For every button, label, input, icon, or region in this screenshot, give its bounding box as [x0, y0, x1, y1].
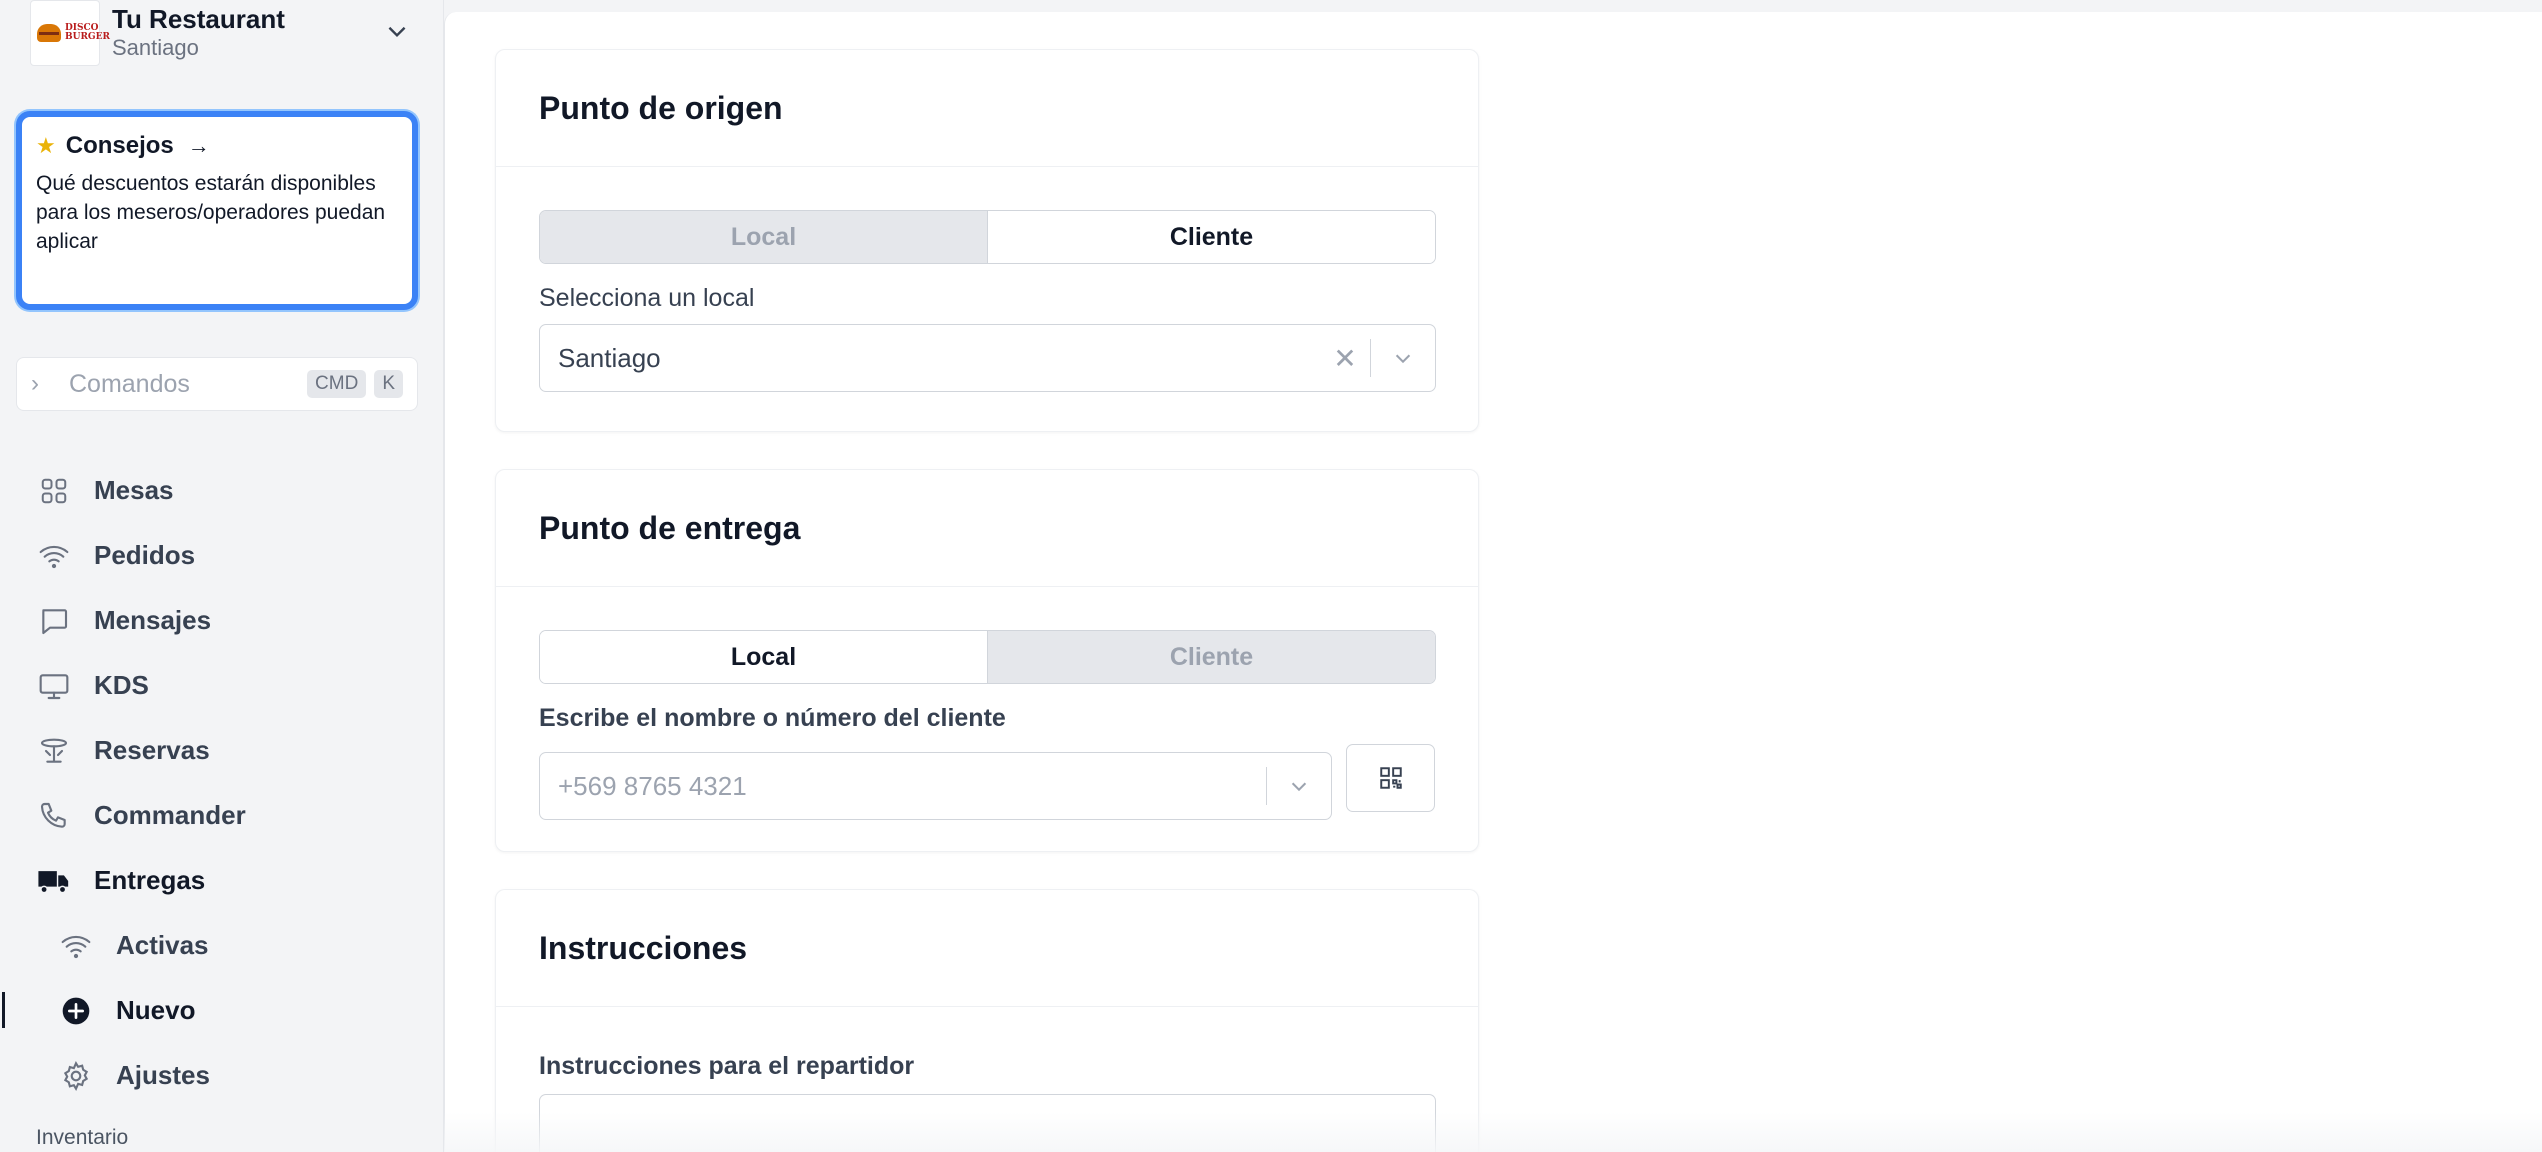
delivery-option-cliente[interactable]: Cliente [987, 631, 1435, 683]
clear-icon[interactable]: ✕ [1320, 342, 1370, 375]
nav-item-pedidos[interactable]: Pedidos [0, 523, 444, 588]
nav-item-kds[interactable]: KDS [0, 653, 444, 718]
nav-label-kds: KDS [94, 670, 149, 700]
section-label-inventario: Inventario [36, 1126, 129, 1149]
sidebar: DISCO BURGER Tu Restaurant Santiago ★ Co… [0, 0, 444, 1152]
truck-icon [36, 863, 72, 899]
star-icon: ★ [36, 133, 56, 158]
nav-item-nuevo[interactable]: Nuevo [0, 978, 444, 1043]
monitor-icon [36, 668, 72, 704]
logo-text: DISCO BURGER [65, 23, 110, 42]
nav-label-pedidos: Pedidos [94, 540, 196, 570]
current-indicator [2, 992, 5, 1028]
nav-item-activas[interactable]: Activas [0, 913, 444, 978]
nav-item-reservas[interactable]: Reservas [0, 718, 444, 783]
delivery-toggle: Local Cliente [539, 630, 1436, 684]
tips-title: Consejos [65, 132, 174, 159]
origin-option-cliente[interactable]: Cliente [987, 211, 1435, 263]
origin-card: Punto de origen Local Cliente Selecciona… [495, 49, 1479, 432]
arrow-right-icon: → [187, 133, 210, 158]
table-icon [36, 733, 72, 769]
chevron-down-icon[interactable] [1371, 347, 1435, 369]
restaurant-city: Santiago [112, 35, 199, 60]
nav-label-mesas: Mesas [94, 475, 174, 505]
nav-label-reservas: Reservas [94, 735, 210, 765]
shortcut-key-k: K [374, 370, 403, 398]
qr-code-icon [1379, 767, 1402, 789]
nav-label-activas: Activas [116, 930, 209, 960]
delivery-title: Punto de entrega [539, 509, 801, 546]
nav-label-ajustes: Ajustes [116, 1060, 210, 1090]
delivery-card: Punto de entrega Local Cliente Escribe e… [495, 469, 1479, 852]
main-content: Punto de origen Local Cliente Selecciona… [444, 12, 2542, 1152]
local-select[interactable]: Santiago ✕ [539, 324, 1436, 392]
wifi-icon [36, 538, 72, 574]
nav-item-mensajes[interactable]: Mensajes [0, 588, 444, 653]
client-search-input[interactable]: +569 8765 4321 [539, 752, 1333, 820]
tips-body: Qué descuentos estarán disponibles para … [36, 172, 386, 253]
chevron-right-icon: › [31, 370, 39, 397]
nav-item-mesas[interactable]: Mesas [0, 458, 444, 523]
wifi-icon [58, 928, 94, 964]
shortcut-key-cmd: CMD [307, 370, 367, 398]
nav-label-nuevo: Nuevo [116, 995, 196, 1025]
nav-label-commander: Commander [94, 800, 246, 830]
nav-label-entregas: Entregas [94, 865, 206, 895]
tips-card[interactable]: ★ Consejos → Qué descuentos estarán disp… [16, 111, 418, 310]
plus-circle-icon [58, 993, 94, 1029]
restaurant-switcher[interactable]: DISCO BURGER Tu Restaurant Santiago [30, 0, 410, 66]
restaurant-name: Tu Restaurant [112, 4, 285, 34]
rider-instructions-label: Instrucciones para el repartidor [539, 1052, 915, 1080]
nav-item-ajustes[interactable]: Ajustes [0, 1043, 444, 1108]
scroll-fade [444, 1112, 2542, 1152]
local-select-value: Santiago [558, 342, 661, 373]
burger-icon [37, 24, 61, 42]
chat-bubble-icon [36, 603, 72, 639]
chevron-down-icon[interactable] [1267, 775, 1331, 797]
client-search-label: Escribe el nombre o número del cliente [539, 704, 1006, 732]
origin-toggle: Local Cliente [539, 210, 1436, 264]
chevron-down-icon[interactable] [384, 18, 410, 44]
select-local-label: Selecciona un local [539, 284, 755, 312]
phone-icon [36, 798, 72, 834]
client-search-placeholder: +569 8765 4321 [558, 770, 747, 801]
nav-item-entregas[interactable]: Entregas [0, 848, 444, 913]
nav-item-commander[interactable]: Commander [0, 783, 444, 848]
command-palette-button[interactable]: › Comandos CMD K [16, 357, 418, 411]
command-label: Comandos [69, 369, 190, 398]
grid-icon [36, 473, 72, 509]
qr-scan-button[interactable] [1346, 744, 1435, 812]
origin-title: Punto de origen [539, 89, 783, 126]
instructions-title: Instrucciones [539, 929, 748, 966]
main-nav: Mesas Pedidos Mensajes KDS Reservas Comm… [0, 458, 444, 1108]
origin-option-local[interactable]: Local [540, 211, 987, 263]
restaurant-logo: DISCO BURGER [30, 0, 110, 66]
gear-icon [58, 1058, 94, 1094]
nav-label-mensajes: Mensajes [94, 605, 212, 635]
delivery-option-local[interactable]: Local [540, 631, 987, 683]
